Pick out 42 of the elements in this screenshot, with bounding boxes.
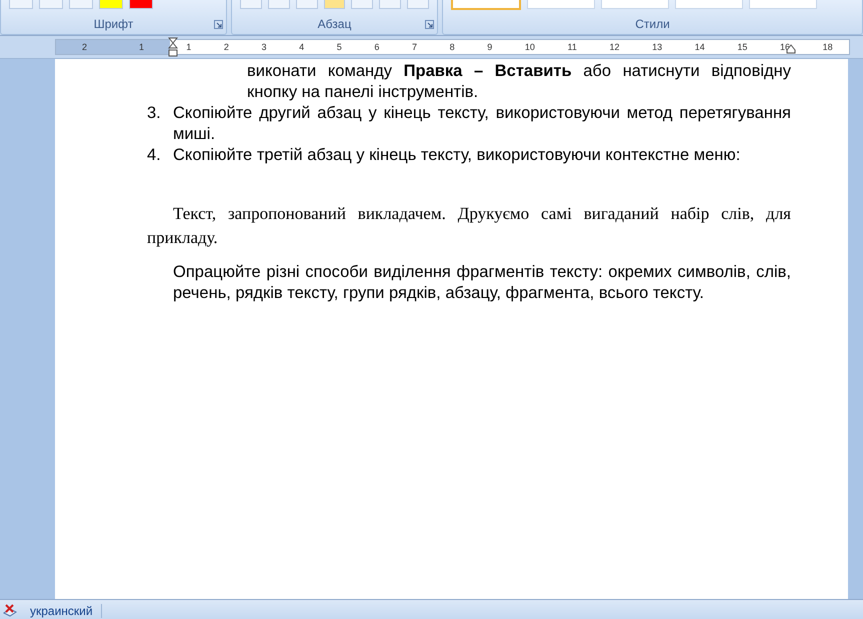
ruler-number: 15 [737, 42, 748, 52]
ruler-number: 8 [450, 42, 455, 52]
list-item-text: Скопіюйте третій абзац у кінець тексту, використовуючи контекстне меню: [173, 145, 742, 166]
ruler-number: 2 [224, 42, 229, 52]
dialog-launcher-icon[interactable] [425, 20, 434, 29]
style-tile[interactable] [601, 0, 669, 9]
document-page[interactable] [55, 59, 848, 599]
list-item-text: виконати команду Правка – Вставить або натиснути відповідну кнопку на панелі інструментів. [246, 61, 791, 103]
spelling-error-icon[interactable] [2, 602, 18, 618]
paragraph: Опрацюйте різні способи виділення фрагментів тексту: окремих символів, слів, речень, рядків тексту, групи рядків, абзацу, фрагмента, всього тексту. [172, 262, 791, 304]
list-number: 4. [147, 145, 162, 166]
style-tile[interactable] [527, 0, 595, 9]
ruler-number: 2 [82, 42, 87, 52]
style-tile[interactable] [749, 0, 817, 9]
ruler-number: 14 [694, 42, 705, 52]
group-label: Абзац [318, 17, 352, 33]
ruler-number: 18 [822, 42, 833, 52]
ruler-number: 7 [412, 42, 418, 52]
ruler-number: 1 [138, 42, 144, 52]
list-number: 3. [147, 103, 162, 124]
justify-button[interactable] [324, 0, 346, 9]
ruler-number: 4 [299, 42, 304, 52]
ruler-number: 9 [487, 42, 492, 52]
style-tile[interactable] [675, 0, 743, 9]
ruler-number: 10 [524, 42, 535, 52]
highlight-button[interactable] [99, 0, 123, 9]
paragraph: Текст, запропонований викладачем. Друкуємо самі вигаданий набір слів, для прикладу. [147, 203, 791, 249]
style-tile[interactable] [451, 0, 521, 10]
list-item-text: Скопіюйте другий абзац у кінець тексту, використовуючи метод перетягування миші. [173, 103, 791, 145]
language-indicator[interactable]: украинский [26, 604, 102, 618]
ruler-number: 6 [374, 42, 380, 52]
ruler-number: 13 [652, 42, 662, 52]
group-label: Шрифт [94, 17, 134, 33]
ruler-number: 3 [262, 42, 267, 52]
font-color-button[interactable] [129, 0, 153, 9]
dialog-launcher-icon[interactable] [214, 20, 223, 29]
indent-marker-icon[interactable] [168, 37, 178, 57]
ruler-number: 1 [186, 42, 192, 52]
group-label: Стили [635, 17, 670, 33]
ruler-number: 11 [568, 42, 577, 52]
ruler-number: 5 [336, 42, 342, 52]
ruler-number: 12 [610, 42, 620, 52]
